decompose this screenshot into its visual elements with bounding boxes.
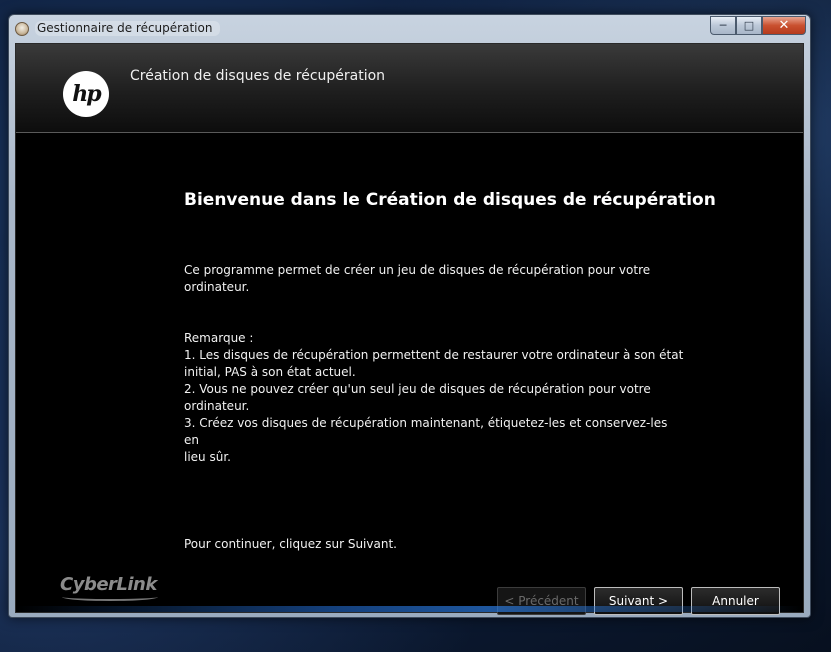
recovery-manager-icon xyxy=(15,22,29,36)
recovery-manager-window: Gestionnaire de récupération ─ □ ✕ hp Cr… xyxy=(8,14,811,618)
intro-line: ordinateur. xyxy=(184,280,250,294)
close-button[interactable]: ✕ xyxy=(762,16,806,35)
hp-logo: hp xyxy=(63,71,109,117)
remarks-list: 1. Les disques de récupération permetten… xyxy=(184,347,684,466)
wizard-content: Bienvenue dans le Création de disques de… xyxy=(184,190,716,551)
remark-label: Remarque : xyxy=(184,331,254,345)
continue-instruction: Pour continuer, cliquez sur Suivant. xyxy=(184,537,397,551)
cyberlink-logo: CyberLink xyxy=(60,574,157,595)
hp-logo-text: hp xyxy=(72,81,101,107)
remark-line: 2. Vous ne pouvez créer qu'un seul jeu d… xyxy=(184,382,651,396)
cyberlink-swoosh-icon xyxy=(62,593,158,601)
remark-line: 1. Les disques de récupération permetten… xyxy=(184,348,684,362)
window-title: Gestionnaire de récupération xyxy=(35,21,221,36)
intro-line: Ce programme permet de créer un jeu de d… xyxy=(184,263,651,277)
caption-buttons: ─ □ ✕ xyxy=(710,16,806,36)
remark-line: ordinateur. xyxy=(184,399,250,413)
remark-line: initial, PAS à son état actuel. xyxy=(184,365,356,379)
wizard-panel: hp Création de disques de récupération B… xyxy=(15,43,804,615)
remark-line: 3. Créez vos disques de récupération mai… xyxy=(184,416,668,447)
title-bar[interactable]: Gestionnaire de récupération ─ □ ✕ xyxy=(9,15,810,43)
bottom-accent xyxy=(16,606,803,612)
intro-text: Ce programme permet de créer un jeu de d… xyxy=(184,262,664,296)
page-title: Bienvenue dans le Création de disques de… xyxy=(184,190,716,210)
remark-line: lieu sûr. xyxy=(184,450,231,464)
header-title: Création de disques de récupération xyxy=(130,68,386,84)
minimize-button[interactable]: ─ xyxy=(710,16,736,35)
header-banner: hp Création de disques de récupération xyxy=(16,44,803,133)
maximize-button[interactable]: □ xyxy=(736,16,762,35)
